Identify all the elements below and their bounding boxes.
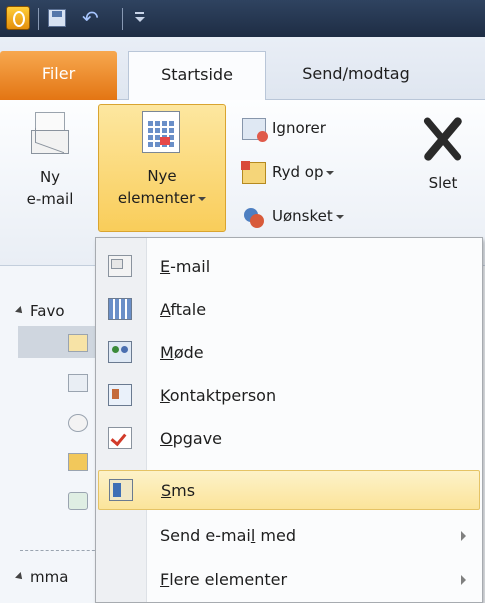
menu-item-email[interactable]: E-mail bbox=[98, 247, 480, 287]
new-items-label-1: Nye bbox=[147, 167, 177, 185]
save-icon[interactable] bbox=[48, 9, 66, 27]
delete-button[interactable]: Slet bbox=[408, 108, 478, 248]
tab-send-receive[interactable]: Send/modtag bbox=[266, 51, 446, 100]
mailbox-header[interactable]: mma bbox=[30, 568, 68, 586]
chevron-down-icon bbox=[326, 170, 335, 175]
menu-item-label: Flere elementer bbox=[160, 570, 288, 589]
folder-icon bbox=[68, 453, 88, 471]
chevron-down-icon bbox=[335, 214, 344, 219]
menu-item-task[interactable]: Opgave bbox=[98, 419, 480, 459]
menu-item-label: Send e-mail med bbox=[160, 526, 296, 545]
new-email-label-2: e-mail bbox=[26, 190, 74, 208]
new-items-label-2: elementer bbox=[99, 187, 225, 209]
quick-access-toolbar: ↶ bbox=[0, 0, 485, 37]
menu-item-label: Sms bbox=[161, 481, 196, 500]
submenu-arrow-icon bbox=[461, 531, 466, 541]
collapse-triangle-icon[interactable] bbox=[15, 572, 25, 582]
contact-icon bbox=[108, 384, 132, 406]
menu-item-label: Aftale bbox=[160, 300, 207, 319]
collapse-triangle-icon[interactable] bbox=[15, 306, 25, 316]
sms-icon bbox=[109, 479, 133, 501]
menu-item-meeting[interactable]: Møde bbox=[98, 333, 480, 373]
delete-group-small-buttons: Ignorer Ryd op Uønsket bbox=[236, 108, 406, 240]
appointment-icon bbox=[108, 298, 132, 320]
new-email-icon bbox=[31, 112, 69, 156]
undo-icon[interactable]: ↶ bbox=[82, 6, 99, 30]
outlook-logo-icon[interactable] bbox=[6, 6, 30, 30]
chevron-down-icon bbox=[198, 196, 207, 201]
menu-item-label: Kontaktperson bbox=[160, 386, 277, 405]
task-icon bbox=[108, 427, 132, 449]
junk-icon bbox=[242, 206, 266, 228]
menu-item-send-email-using[interactable]: Send e-mail med bbox=[98, 516, 480, 556]
clean-up-button[interactable]: Ryd op bbox=[236, 152, 406, 196]
toolbar-separator bbox=[122, 8, 123, 30]
junk-button[interactable]: Uønsket bbox=[236, 196, 406, 240]
tab-file[interactable]: Filer bbox=[0, 51, 117, 100]
new-email-button[interactable]: Ny e-mail bbox=[10, 108, 90, 248]
menu-item-contact[interactable]: Kontaktperson bbox=[98, 376, 480, 416]
email-icon bbox=[108, 255, 132, 277]
favorites-header[interactable]: Favo bbox=[30, 302, 65, 320]
menu-item-label: Møde bbox=[160, 343, 204, 362]
customize-toolbar-icon[interactable] bbox=[135, 10, 145, 24]
new-email-label-1: Ny bbox=[39, 168, 61, 186]
submenu-arrow-icon bbox=[461, 575, 466, 585]
ignore-icon bbox=[242, 118, 268, 142]
nav-divider bbox=[20, 550, 100, 551]
menu-item-appointment[interactable]: Aftale bbox=[98, 290, 480, 330]
new-items-button[interactable]: Nye elementer bbox=[98, 104, 226, 232]
clean-up-icon bbox=[241, 161, 266, 184]
delete-label: Slet bbox=[428, 174, 458, 192]
search-folder-icon bbox=[68, 414, 88, 432]
tab-home[interactable]: Startside bbox=[128, 51, 266, 101]
toolbar-separator bbox=[38, 8, 39, 30]
sent-folder-icon bbox=[68, 374, 88, 392]
new-items-dropdown-menu: E-mail Aftale Møde Kontaktperson Opgave … bbox=[95, 237, 483, 603]
new-items-calendar-icon bbox=[140, 111, 184, 157]
junk-label: Uønsket bbox=[272, 207, 333, 225]
inbox-folder-icon bbox=[68, 334, 88, 352]
meeting-icon bbox=[108, 341, 132, 363]
menu-item-more-items[interactable]: Flere elementer bbox=[98, 560, 480, 600]
menu-item-sms[interactable]: Sms bbox=[98, 470, 480, 510]
ribbon-tabs: Filer Startside Send/modtag bbox=[0, 37, 485, 101]
menu-item-label: Opgave bbox=[160, 429, 223, 448]
menu-item-label: E-mail bbox=[160, 257, 211, 276]
ignore-button[interactable]: Ignorer bbox=[236, 108, 406, 152]
clean-up-label: Ryd op bbox=[272, 163, 324, 181]
delete-x-icon bbox=[419, 114, 467, 162]
ignore-label: Ignorer bbox=[272, 119, 326, 137]
deleted-items-icon bbox=[68, 492, 88, 510]
